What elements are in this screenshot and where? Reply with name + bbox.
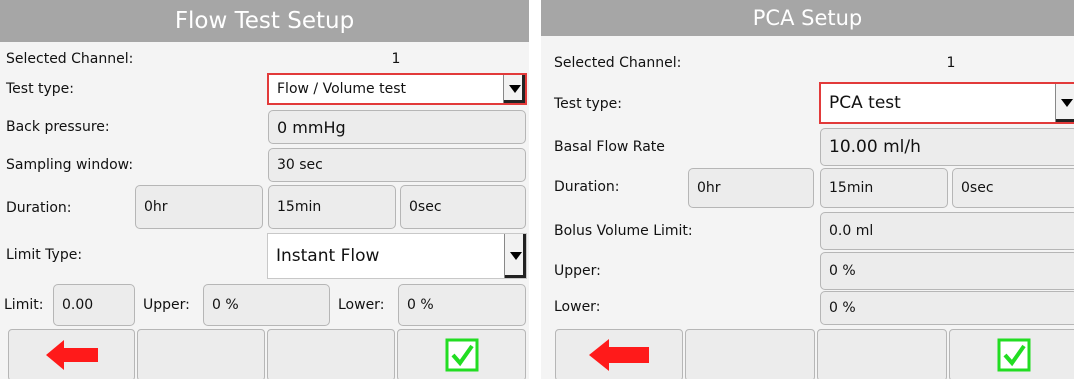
lower-field[interactable]: 0 %: [398, 284, 526, 326]
confirm-button[interactable]: [397, 329, 526, 379]
test-type-label: Test type:: [6, 81, 75, 97]
selected-channel-label: Selected Channel:: [6, 51, 134, 67]
confirm-button[interactable]: [949, 329, 1074, 379]
test-type-label: Test type:: [554, 96, 623, 112]
basal-flow-rate-field[interactable]: 10.00 ml/h: [820, 128, 1074, 166]
test-type-value: Flow / Volume test: [277, 81, 406, 97]
flow-setup-title: Flow Test Setup: [0, 0, 529, 42]
check-icon: [445, 338, 478, 372]
duration-label: Duration:: [6, 200, 72, 216]
duration-label: Duration:: [554, 179, 620, 195]
back-arrow-icon: [45, 340, 98, 370]
selected-channel-value: 1: [391, 51, 401, 67]
limit-label: Limit:: [4, 297, 44, 313]
back-button[interactable]: [8, 329, 135, 379]
back-button[interactable]: [555, 329, 683, 379]
pca-setup-title: PCA Setup: [541, 0, 1074, 36]
chevron-down-icon[interactable]: [503, 75, 525, 103]
lower-field[interactable]: 0 %: [820, 291, 1074, 325]
nav-button-empty-1[interactable]: [137, 329, 265, 379]
bolus-volume-limit-field[interactable]: 0.0 ml: [820, 212, 1074, 250]
selected-channel-value: 1: [946, 55, 956, 71]
test-type-select[interactable]: PCA test: [819, 82, 1074, 124]
back-arrow-icon: [589, 339, 649, 371]
pca-setup-panel: PCA Setup Selected Channel: 1 Test type:…: [541, 0, 1074, 379]
test-type-select[interactable]: Flow / Volume test: [267, 73, 527, 105]
upper-field[interactable]: 0 %: [820, 252, 1074, 290]
flow-test-setup-panel: Flow Test Setup Selected Channel: 1 Test…: [0, 0, 529, 379]
upper-label: Upper:: [554, 263, 601, 279]
back-pressure-field[interactable]: 0 mmHg: [268, 110, 526, 144]
duration-seconds-field[interactable]: 0sec: [400, 185, 526, 229]
back-pressure-label: Back pressure:: [6, 119, 110, 135]
chevron-down-icon[interactable]: [504, 234, 526, 278]
nav-button-empty-2[interactable]: [267, 329, 395, 379]
duration-minutes-field[interactable]: 15min: [820, 168, 948, 208]
limit-type-value: Instant Flow: [276, 246, 380, 266]
duration-hours-field[interactable]: 0hr: [688, 168, 814, 208]
selected-channel-label: Selected Channel:: [554, 55, 682, 71]
upper-label: Upper:: [143, 297, 190, 313]
sampling-window-label: Sampling window:: [6, 157, 134, 173]
test-type-value: PCA test: [829, 93, 901, 113]
nav-button-empty-2[interactable]: [817, 329, 947, 379]
limit-field[interactable]: 0.00: [53, 284, 135, 326]
duration-hours-field[interactable]: 0hr: [135, 185, 263, 229]
duration-seconds-field[interactable]: 0sec: [952, 168, 1074, 208]
lower-label: Lower:: [554, 299, 601, 315]
limit-type-select[interactable]: Instant Flow: [267, 233, 527, 279]
lower-label: Lower:: [338, 297, 385, 313]
chevron-down-icon[interactable]: [1055, 84, 1074, 122]
sampling-window-field[interactable]: 30 sec: [268, 148, 526, 182]
bolus-volume-limit-label: Bolus Volume Limit:: [554, 223, 693, 239]
nav-button-empty-1[interactable]: [685, 329, 815, 379]
limit-type-label: Limit Type:: [6, 247, 83, 263]
duration-minutes-field[interactable]: 15min: [268, 185, 396, 229]
upper-field[interactable]: 0 %: [203, 284, 330, 326]
basal-flow-rate-label: Basal Flow Rate: [554, 139, 665, 155]
check-icon: [997, 338, 1031, 372]
